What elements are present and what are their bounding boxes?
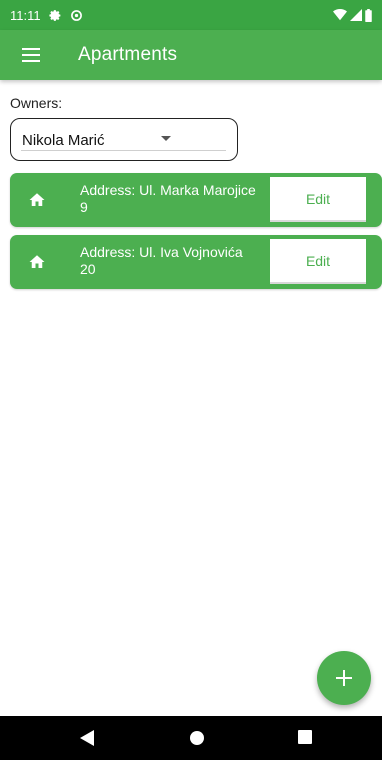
apartment-card: Address: Ul. Iva Vojnovića 20 Edit [10, 235, 382, 289]
status-bar: 11:11 [0, 0, 382, 30]
owner-selected-value: Nikola Marić [22, 132, 105, 149]
app-bar: Apartments [0, 30, 382, 80]
home-icon [29, 255, 45, 268]
status-bar-right [333, 8, 372, 22]
settings-gear-icon [48, 9, 60, 21]
apartment-address: Address: Ul. Marka Marojice 9 [80, 182, 256, 215]
page-title: Apartments [78, 44, 178, 65]
edit-button[interactable]: Edit [270, 177, 366, 222]
apartment-address: Address: Ul. Iva Vojnovića 20 [80, 244, 243, 277]
recents-icon[interactable] [298, 730, 312, 744]
back-icon[interactable] [80, 730, 94, 746]
status-bar-left: 11:11 [10, 8, 83, 23]
owner-dropdown[interactable]: Nikola Marić [10, 118, 238, 161]
owners-label: Owners: [10, 95, 63, 111]
home-icon [29, 193, 45, 206]
edit-button[interactable]: Edit [270, 239, 366, 284]
status-time: 11:11 [10, 7, 41, 23]
data-saver-icon [70, 9, 82, 21]
owner-dropdown-underline [21, 150, 226, 151]
signal-icon [350, 9, 362, 21]
menu-icon[interactable] [22, 44, 44, 66]
navigation-bar [0, 716, 382, 760]
apartment-card: Address: Ul. Marka Marojice 9 Edit [10, 173, 382, 227]
home-icon[interactable] [189, 730, 205, 746]
add-apartment-button[interactable] [317, 651, 371, 705]
add-icon [336, 670, 352, 686]
wifi-icon [333, 9, 347, 21]
dropdown-arrow-icon [161, 136, 171, 141]
battery-icon [365, 8, 372, 22]
